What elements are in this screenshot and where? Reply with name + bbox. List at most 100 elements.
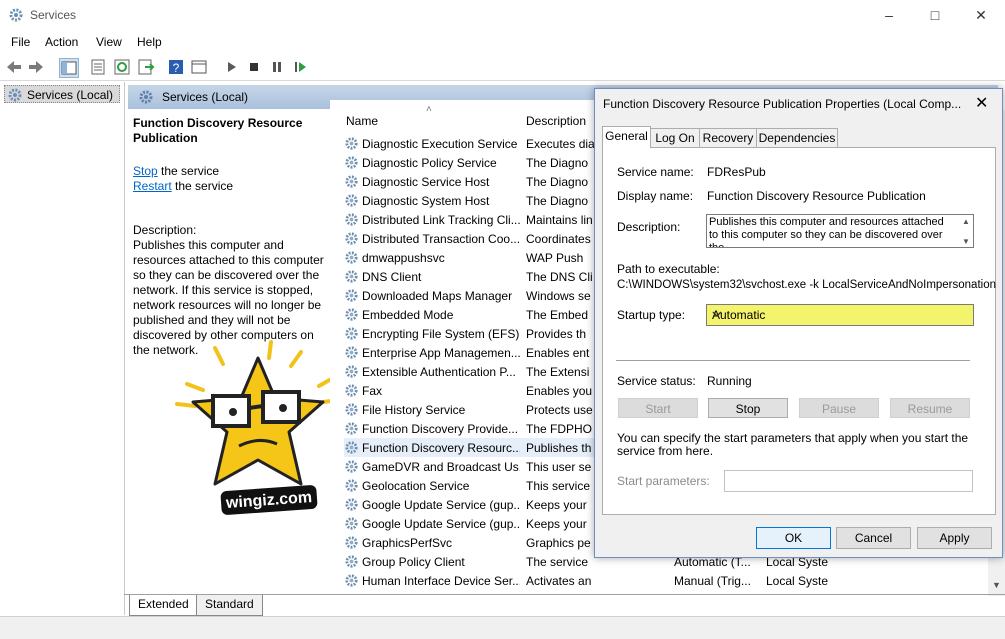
description-label: Description:	[133, 223, 197, 237]
tab-dependencies[interactable]: Dependencies	[756, 128, 838, 148]
service-name: Fax	[362, 384, 383, 398]
properties-dialog: Function Discovery Resource Publication …	[594, 88, 1003, 558]
pause-button[interactable]: Pause	[799, 398, 879, 418]
services-gear-icon	[8, 7, 24, 23]
service-name: Distributed Transaction Coo...	[362, 232, 520, 246]
tab-extended[interactable]: Extended	[129, 595, 198, 616]
description-scrollbar[interactable]: ▲ ▼	[959, 215, 973, 247]
service-gear-icon	[344, 250, 359, 268]
service-gear-icon	[344, 288, 359, 306]
status-bar	[0, 616, 1005, 639]
restart-icon[interactable]	[291, 58, 309, 76]
forward-arrow-icon[interactable]	[27, 58, 45, 76]
service-description: The Diagno	[526, 175, 589, 189]
stop-icon[interactable]	[245, 58, 263, 76]
path-label: Path to executable:	[617, 262, 720, 276]
service-gear-icon	[344, 364, 359, 382]
stop-link-suffix: the service	[157, 164, 220, 178]
service-gear-icon	[344, 174, 359, 192]
menu-view[interactable]: View	[96, 35, 122, 49]
tab-general[interactable]: General	[602, 126, 651, 148]
column-header-description[interactable]: Description	[526, 114, 586, 128]
scroll-up-icon[interactable]: ▲	[962, 215, 970, 228]
service-name: Group Policy Client	[362, 555, 465, 569]
service-name: Embedded Mode	[362, 308, 454, 322]
svg-text:?: ?	[173, 61, 180, 75]
properties-sheet-icon[interactable]	[89, 58, 107, 76]
start-params-input[interactable]	[724, 470, 973, 492]
pause-icon[interactable]	[268, 58, 286, 76]
service-gear-icon	[344, 193, 359, 211]
services-gear-icon	[8, 88, 22, 102]
menu-action[interactable]: Action	[45, 35, 78, 49]
description-label: Description:	[617, 220, 681, 234]
menu-file[interactable]: File	[11, 35, 30, 49]
startup-type-select[interactable]: Automatic	[706, 304, 974, 326]
service-name: GameDVR and Broadcast Us...	[362, 460, 520, 474]
description-textbox[interactable]: Publishes this computer and resources at…	[706, 214, 974, 248]
stop-service-link[interactable]: Stop	[133, 164, 158, 178]
scroll-down-icon[interactable]: ▼	[992, 580, 1001, 590]
service-startup-type: Manual (Trig...	[674, 574, 751, 588]
apply-button[interactable]: Apply	[917, 527, 992, 549]
start-params-label: Start parameters:	[617, 474, 710, 488]
service-gear-icon	[344, 516, 359, 534]
table-row[interactable]: Human Interface Device Ser... Activates a…	[344, 571, 984, 590]
title-bar: Services – □ ✕	[0, 0, 1005, 31]
service-gear-icon	[344, 383, 359, 401]
tab-log-on[interactable]: Log On	[650, 128, 700, 148]
start-button[interactable]: Start	[618, 398, 698, 418]
service-gear-icon	[344, 421, 359, 439]
dialog-tabs: General Log On Recovery Dependencies	[602, 126, 997, 148]
service-description: Graphics pe	[526, 536, 591, 550]
service-description: Executes diag	[526, 137, 596, 151]
console-tree: Services (Local)	[0, 82, 125, 615]
play-icon[interactable]	[222, 58, 240, 76]
pane-header-title: Services (Local)	[162, 90, 249, 104]
minimize-button[interactable]: –	[866, 0, 912, 31]
close-button[interactable]: ✕	[958, 0, 1004, 31]
dialog-title: Function Discovery Resource Publication …	[603, 97, 962, 111]
service-gear-icon	[344, 307, 359, 325]
restart-service-link[interactable]: Restart	[133, 179, 172, 193]
service-gear-icon	[344, 269, 359, 287]
dialog-close-icon[interactable]: ✕	[975, 93, 988, 113]
tab-recovery[interactable]: Recovery	[699, 128, 757, 148]
service-gear-icon	[344, 402, 359, 420]
service-name: Google Update Service (gup...	[362, 498, 520, 512]
maximize-button[interactable]: □	[912, 0, 958, 31]
resume-button[interactable]: Resume	[890, 398, 970, 418]
display-name-label: Display name:	[617, 189, 694, 203]
start-params-hint: You can specify the start parameters tha…	[617, 431, 969, 458]
service-description: The Embed	[526, 308, 589, 322]
service-name-label: Service name:	[617, 165, 694, 179]
restart-link-row: Restart the service	[133, 179, 233, 193]
service-description: The Extensi	[526, 365, 590, 379]
help-icon[interactable]: ?	[167, 58, 185, 76]
menu-help[interactable]: Help	[137, 35, 162, 49]
service-description: Provides th	[526, 327, 587, 341]
service-description: The Diagno	[526, 194, 589, 208]
tab-standard[interactable]: Standard	[196, 595, 263, 616]
console-tree-icon[interactable]	[59, 58, 79, 78]
stop-button[interactable]: Stop	[708, 398, 788, 418]
service-gear-icon	[344, 136, 359, 154]
service-name: Google Update Service (gup...	[362, 517, 520, 531]
service-description: Activates an	[526, 574, 592, 588]
tree-item-services-local[interactable]: Services (Local)	[4, 85, 120, 103]
export-list-icon[interactable]	[137, 58, 155, 76]
display-name-value: Function Discovery Resource Publication	[707, 189, 926, 203]
service-gear-icon	[344, 497, 359, 515]
scroll-down-icon[interactable]: ▼	[962, 235, 970, 247]
refresh-icon[interactable]	[113, 58, 131, 76]
service-description: Enables you	[526, 384, 593, 398]
service-description: Publishes th	[526, 441, 592, 455]
ok-button[interactable]: OK	[756, 527, 831, 549]
column-header-name[interactable]: Name	[346, 114, 378, 128]
back-arrow-icon[interactable]	[5, 58, 23, 76]
service-description: The DNS Cli	[526, 270, 593, 284]
cancel-button[interactable]: Cancel	[836, 527, 911, 549]
show-pane-icon[interactable]	[190, 58, 208, 76]
window-title: Services	[30, 8, 77, 22]
service-description: This service	[526, 479, 591, 493]
